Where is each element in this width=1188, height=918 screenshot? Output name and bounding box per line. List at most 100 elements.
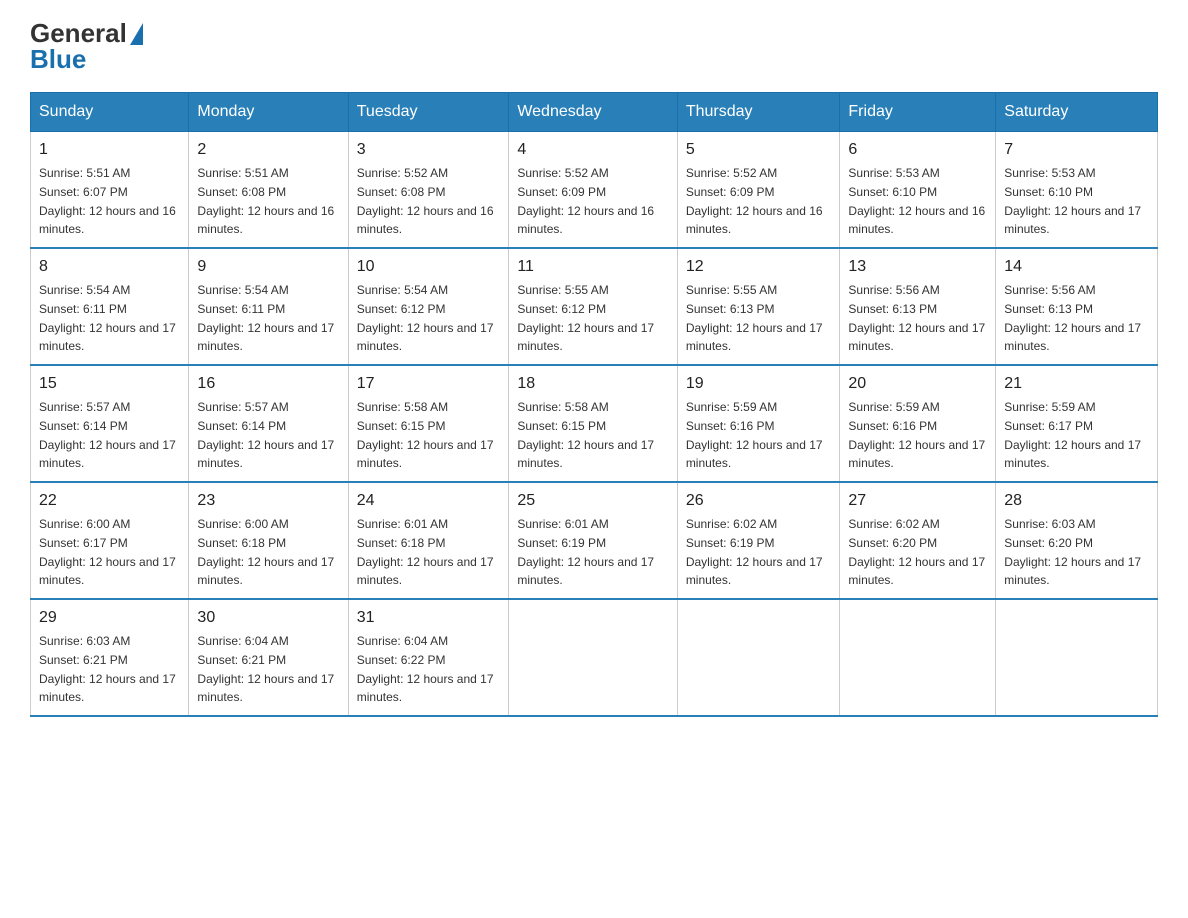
day-number: 30 [197, 606, 339, 630]
calendar-cell: 25Sunrise: 6:01 AMSunset: 6:19 PMDayligh… [509, 482, 677, 599]
calendar-cell: 19Sunrise: 5:59 AMSunset: 6:16 PMDayligh… [677, 365, 840, 482]
day-info: Sunrise: 5:56 AMSunset: 6:13 PMDaylight:… [848, 283, 985, 353]
calendar-cell: 31 Sunrise: 6:04 AMSunset: 6:22 PMDayligh… [348, 599, 509, 716]
day-info: Sunrise: 5:56 AMSunset: 6:13 PMDaylight:… [1004, 283, 1141, 353]
header-tuesday: Tuesday [348, 93, 509, 132]
day-info: Sunrise: 5:58 AMSunset: 6:15 PMDaylight:… [357, 400, 494, 470]
page-header: General Blue [30, 20, 1158, 72]
day-info: Sunrise: 5:55 AMSunset: 6:12 PMDaylight:… [517, 283, 654, 353]
calendar-cell: 30 Sunrise: 6:04 AMSunset: 6:21 PMDayligh… [189, 599, 348, 716]
calendar-cell [996, 599, 1158, 716]
header-thursday: Thursday [677, 93, 840, 132]
header-row: SundayMondayTuesdayWednesdayThursdayFrid… [31, 93, 1158, 132]
day-info: Sunrise: 5:59 AMSunset: 6:17 PMDaylight:… [1004, 400, 1141, 470]
calendar-cell: 29Sunrise: 6:03 AMSunset: 6:21 PMDayligh… [31, 599, 189, 716]
calendar-cell: 28Sunrise: 6:03 AMSunset: 6:20 PMDayligh… [996, 482, 1158, 599]
calendar-cell: 4 Sunrise: 5:52 AMSunset: 6:09 PMDaylight… [509, 132, 677, 249]
calendar-cell: 15 Sunrise: 5:57 AMSunset: 6:14 PMDayligh… [31, 365, 189, 482]
day-number: 31 [357, 606, 501, 630]
header-sunday: Sunday [31, 93, 189, 132]
day-number: 17 [357, 372, 501, 396]
day-number: 4 [517, 138, 668, 162]
day-number: 29 [39, 606, 180, 630]
calendar-cell: 20Sunrise: 5:59 AMSunset: 6:16 PMDayligh… [840, 365, 996, 482]
calendar-cell [840, 599, 996, 716]
calendar-cell: 23 Sunrise: 6:00 AMSunset: 6:18 PMDayligh… [189, 482, 348, 599]
day-number: 5 [686, 138, 832, 162]
day-info: Sunrise: 5:54 AMSunset: 6:12 PMDaylight:… [357, 283, 494, 353]
day-info: Sunrise: 5:59 AMSunset: 6:16 PMDaylight:… [686, 400, 823, 470]
calendar-cell: 14 Sunrise: 5:56 AMSunset: 6:13 PMDayligh… [996, 248, 1158, 365]
day-number: 21 [1004, 372, 1149, 396]
day-info: Sunrise: 5:52 AMSunset: 6:09 PMDaylight:… [686, 166, 823, 236]
calendar-cell: 27 Sunrise: 6:02 AMSunset: 6:20 PMDayligh… [840, 482, 996, 599]
day-info: Sunrise: 5:53 AMSunset: 6:10 PMDaylight:… [848, 166, 985, 236]
day-number: 2 [197, 138, 339, 162]
calendar-cell: 24 Sunrise: 6:01 AMSunset: 6:18 PMDayligh… [348, 482, 509, 599]
day-info: Sunrise: 6:00 AMSunset: 6:18 PMDaylight:… [197, 517, 334, 587]
day-number: 6 [848, 138, 987, 162]
calendar-table: SundayMondayTuesdayWednesdayThursdayFrid… [30, 92, 1158, 717]
day-info: Sunrise: 5:54 AMSunset: 6:11 PMDaylight:… [39, 283, 176, 353]
logo-triangle-icon [130, 23, 143, 45]
week-row-1: 1 Sunrise: 5:51 AMSunset: 6:07 PMDaylight… [31, 132, 1158, 249]
week-row-2: 8Sunrise: 5:54 AMSunset: 6:11 PMDaylight… [31, 248, 1158, 365]
day-info: Sunrise: 5:53 AMSunset: 6:10 PMDaylight:… [1004, 166, 1141, 236]
calendar-cell: 2 Sunrise: 5:51 AMSunset: 6:08 PMDaylight… [189, 132, 348, 249]
day-number: 24 [357, 489, 501, 513]
day-info: Sunrise: 5:57 AMSunset: 6:14 PMDaylight:… [39, 400, 176, 470]
calendar-cell: 5 Sunrise: 5:52 AMSunset: 6:09 PMDaylight… [677, 132, 840, 249]
day-info: Sunrise: 6:04 AMSunset: 6:21 PMDaylight:… [197, 634, 334, 704]
day-number: 14 [1004, 255, 1149, 279]
calendar-cell: 18 Sunrise: 5:58 AMSunset: 6:15 PMDayligh… [509, 365, 677, 482]
day-number: 11 [517, 255, 668, 279]
day-info: Sunrise: 6:02 AMSunset: 6:19 PMDaylight:… [686, 517, 823, 587]
calendar-cell: 1 Sunrise: 5:51 AMSunset: 6:07 PMDaylight… [31, 132, 189, 249]
day-info: Sunrise: 5:51 AMSunset: 6:07 PMDaylight:… [39, 166, 176, 236]
calendar-cell: 3Sunrise: 5:52 AMSunset: 6:08 PMDaylight… [348, 132, 509, 249]
day-info: Sunrise: 5:58 AMSunset: 6:15 PMDaylight:… [517, 400, 654, 470]
day-number: 13 [848, 255, 987, 279]
calendar-cell [509, 599, 677, 716]
day-info: Sunrise: 5:59 AMSunset: 6:16 PMDaylight:… [848, 400, 985, 470]
calendar-cell: 9Sunrise: 5:54 AMSunset: 6:11 PMDaylight… [189, 248, 348, 365]
calendar-body: 1 Sunrise: 5:51 AMSunset: 6:07 PMDaylight… [31, 132, 1158, 717]
day-info: Sunrise: 6:01 AMSunset: 6:19 PMDaylight:… [517, 517, 654, 587]
calendar-cell: 17 Sunrise: 5:58 AMSunset: 6:15 PMDayligh… [348, 365, 509, 482]
day-info: Sunrise: 5:51 AMSunset: 6:08 PMDaylight:… [197, 166, 334, 236]
calendar-cell: 10 Sunrise: 5:54 AMSunset: 6:12 PMDayligh… [348, 248, 509, 365]
calendar-cell: 12Sunrise: 5:55 AMSunset: 6:13 PMDayligh… [677, 248, 840, 365]
calendar-cell [677, 599, 840, 716]
day-number: 15 [39, 372, 180, 396]
week-row-5: 29Sunrise: 6:03 AMSunset: 6:21 PMDayligh… [31, 599, 1158, 716]
day-number: 9 [197, 255, 339, 279]
calendar-cell: 26Sunrise: 6:02 AMSunset: 6:19 PMDayligh… [677, 482, 840, 599]
calendar-cell: 21 Sunrise: 5:59 AMSunset: 6:17 PMDayligh… [996, 365, 1158, 482]
logo-general-text: General [30, 20, 127, 46]
header-monday: Monday [189, 93, 348, 132]
header-friday: Friday [840, 93, 996, 132]
day-number: 16 [197, 372, 339, 396]
day-number: 12 [686, 255, 832, 279]
day-info: Sunrise: 6:04 AMSunset: 6:22 PMDaylight:… [357, 634, 494, 704]
day-info: Sunrise: 5:52 AMSunset: 6:09 PMDaylight:… [517, 166, 654, 236]
calendar-cell: 22Sunrise: 6:00 AMSunset: 6:17 PMDayligh… [31, 482, 189, 599]
day-info: Sunrise: 5:52 AMSunset: 6:08 PMDaylight:… [357, 166, 494, 236]
day-info: Sunrise: 5:57 AMSunset: 6:14 PMDaylight:… [197, 400, 334, 470]
day-number: 27 [848, 489, 987, 513]
calendar-cell: 11 Sunrise: 5:55 AMSunset: 6:12 PMDayligh… [509, 248, 677, 365]
day-info: Sunrise: 6:01 AMSunset: 6:18 PMDaylight:… [357, 517, 494, 587]
logo: General Blue [30, 20, 143, 72]
day-info: Sunrise: 6:03 AMSunset: 6:20 PMDaylight:… [1004, 517, 1141, 587]
day-info: Sunrise: 6:02 AMSunset: 6:20 PMDaylight:… [848, 517, 985, 587]
day-info: Sunrise: 6:00 AMSunset: 6:17 PMDaylight:… [39, 517, 176, 587]
week-row-3: 15 Sunrise: 5:57 AMSunset: 6:14 PMDayligh… [31, 365, 1158, 482]
day-number: 10 [357, 255, 501, 279]
day-number: 18 [517, 372, 668, 396]
calendar-cell: 8Sunrise: 5:54 AMSunset: 6:11 PMDaylight… [31, 248, 189, 365]
header-saturday: Saturday [996, 93, 1158, 132]
day-number: 23 [197, 489, 339, 513]
day-number: 1 [39, 138, 180, 162]
calendar-cell: 6 Sunrise: 5:53 AMSunset: 6:10 PMDaylight… [840, 132, 996, 249]
calendar-cell: 7Sunrise: 5:53 AMSunset: 6:10 PMDaylight… [996, 132, 1158, 249]
